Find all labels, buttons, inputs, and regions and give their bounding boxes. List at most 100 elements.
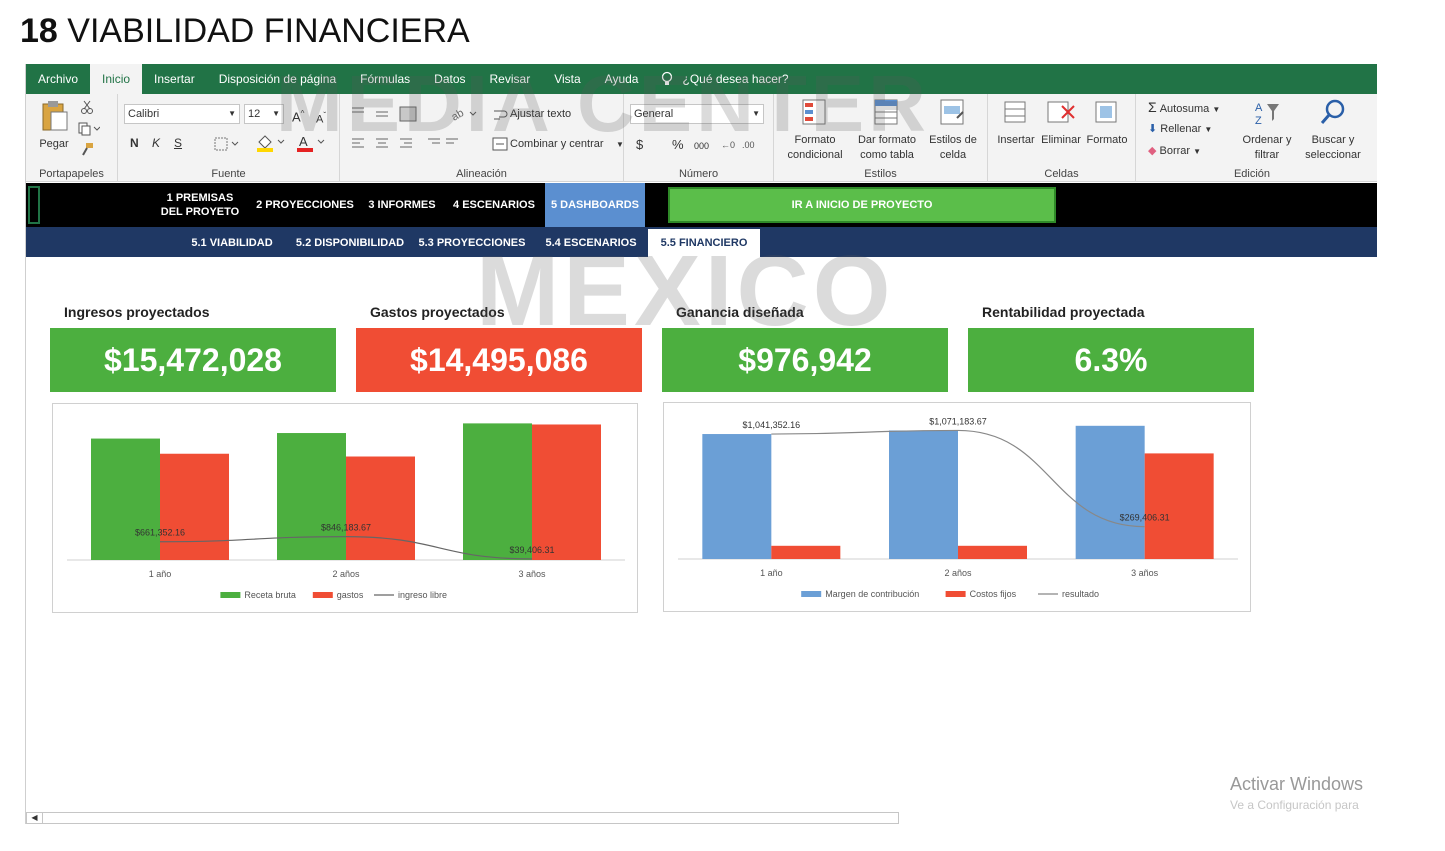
align-top-icon[interactable]	[350, 106, 430, 122]
sort-filter-button[interactable]: AZ Ordenar y filtrar	[1236, 98, 1298, 163]
data-label: $846,183.67	[321, 523, 371, 533]
borders-icon[interactable]	[214, 137, 240, 151]
subnav-viabilidad[interactable]: 5.1 VIABILIDAD	[176, 229, 288, 257]
find-select-label-2: seleccionar	[1305, 149, 1361, 161]
percent-button[interactable]: %	[672, 137, 684, 152]
wrap-text-icon[interactable]	[492, 108, 508, 122]
go-to-project-start-button[interactable]: IR A INICIO DE PROYECTO	[668, 187, 1056, 223]
font-name-select[interactable]: Calibri ▼	[124, 104, 240, 124]
group-label-cells: Celdas	[1044, 168, 1079, 180]
bold-button[interactable]: N	[130, 136, 139, 151]
underline-button[interactable]: S	[174, 136, 182, 151]
kpi-value-ingresos: $15,472,028	[50, 328, 336, 392]
bar-1-1	[702, 434, 772, 559]
tab-insertar[interactable]: Insertar	[142, 64, 207, 94]
bar-1-3	[1075, 425, 1145, 559]
copy-icon[interactable]	[78, 122, 100, 136]
conditional-format-icon	[802, 99, 826, 125]
horizontal-scrollbar[interactable]: ◀	[26, 812, 899, 824]
merge-center-icon[interactable]	[492, 137, 508, 151]
autosum-button[interactable]: Σ Autosuma ▼	[1148, 100, 1220, 117]
tell-me-label: ¿Qué desea hacer?	[682, 72, 789, 86]
format-painter-icon[interactable]	[80, 142, 94, 156]
nav-premisas[interactable]: 1 PREMISAS DEL PROYETO	[150, 183, 250, 227]
kpi-value-ganancia: $976,942	[662, 328, 948, 392]
font-size-select[interactable]: 12 ▼	[244, 104, 284, 124]
lightbulb-icon	[662, 71, 673, 85]
currency-button[interactable]: $	[636, 137, 643, 152]
excel-window: Archivo Inicio Insertar Disposición de p…	[25, 64, 1377, 824]
tab-formulas[interactable]: Fórmulas	[348, 64, 422, 94]
x-tick-label: 1 año	[760, 568, 783, 578]
sort-filter-label-1: Ordenar y	[1242, 134, 1292, 146]
format-as-table-label-1: Dar formato	[857, 134, 917, 146]
scroll-left-icon[interactable]: ◀	[27, 813, 43, 823]
align-left-icon[interactable]	[350, 136, 460, 152]
format-cells-button[interactable]: Formato	[1084, 98, 1130, 148]
tab-vista[interactable]: Vista	[542, 64, 592, 94]
chevron-down-icon[interactable]: ▼	[616, 137, 624, 152]
find-select-label-1: Buscar y	[1311, 134, 1355, 146]
bar-2-2	[958, 545, 1027, 559]
nav-premisas-line1: 1 PREMISAS	[166, 192, 234, 204]
number-format-select[interactable]: General ▼	[630, 104, 764, 124]
clear-label: Borrar	[1159, 145, 1191, 157]
grow-font-icon[interactable]: A^	[292, 106, 304, 124]
nav-dashboards[interactable]: 5 DASHBOARDS	[545, 183, 645, 227]
x-tick-label: 1 año	[149, 569, 172, 579]
format-cells-icon	[1095, 101, 1117, 123]
conditional-format-label-1: Formato	[794, 134, 836, 146]
nav-informes[interactable]: 3 INFORMES	[360, 183, 444, 227]
tab-ayuda[interactable]: Ayuda	[593, 64, 651, 94]
paste-button[interactable]: Pegar	[34, 100, 74, 152]
nav-proyecciones[interactable]: 2 PROYECCIONES	[250, 183, 360, 227]
subnav-disponibilidad[interactable]: 5.2 DISPONIBILIDAD	[290, 229, 410, 257]
group-editing: Σ Autosuma ▼ ⬇ Rellenar ▼ ◆ Borrar ▼ AZ …	[1136, 94, 1368, 182]
orientation-icon[interactable]: ab	[450, 106, 480, 122]
format-as-table-button[interactable]: Dar formato como tabla	[854, 98, 920, 163]
shrink-font-icon[interactable]: Aˇ	[316, 108, 326, 128]
merge-center-button[interactable]: Combinar y centrar	[510, 137, 604, 152]
subnav-proyecciones[interactable]: 5.3 PROYECCIONES	[412, 229, 532, 257]
wrap-text-button[interactable]: Ajustar texto	[510, 107, 571, 122]
nav-premisas-line2: DEL PROYETO	[160, 206, 240, 218]
subnav-escenarios[interactable]: 5.4 ESCENARIOS	[534, 229, 648, 257]
fill-button[interactable]: ⬇ Rellenar ▼	[1148, 122, 1212, 137]
ribbon-tab-bar: Archivo Inicio Insertar Disposición de p…	[26, 64, 1377, 94]
chart-ingresos-gastos: 1 año 2 años 3 años $661,352.16 $846,183.67 $…	[52, 403, 638, 613]
tab-disposicion[interactable]: Disposición de página	[207, 64, 348, 94]
bar-2-3	[532, 424, 601, 560]
x-tick-label: 2 años	[944, 568, 972, 578]
group-label-alignment: Alineación	[456, 168, 507, 180]
font-color-icon[interactable]: A	[296, 134, 326, 152]
data-label: $1,071,183.67	[929, 416, 987, 426]
group-cells: Insertar Eliminar Formato Celdas	[988, 94, 1136, 182]
cell-styles-button[interactable]: Estilos de celda	[924, 98, 982, 163]
tab-datos[interactable]: Datos	[422, 64, 477, 94]
chevron-down-icon: ▼	[1204, 125, 1213, 134]
thousands-button[interactable]: 000	[694, 139, 709, 154]
tab-revisar[interactable]: Revisar	[478, 64, 543, 94]
cut-icon[interactable]	[80, 100, 94, 114]
tell-me[interactable]: ¿Qué desea hacer?	[660, 71, 789, 87]
clear-button[interactable]: ◆ Borrar ▼	[1148, 144, 1201, 159]
chart-margen-costos-svg: 1 año 2 años 3 años $1,041,352.16 $1,071,183…	[678, 416, 1238, 599]
fill-color-icon[interactable]	[256, 134, 286, 152]
find-select-button[interactable]: Buscar y seleccionar	[1300, 98, 1366, 163]
data-label: $661,352.16	[135, 528, 185, 538]
delete-cells-button[interactable]: Eliminar	[1038, 98, 1084, 148]
conditional-format-button[interactable]: Formato condicional	[780, 98, 850, 163]
tab-archivo[interactable]: Archivo	[26, 64, 90, 94]
subnav-financiero[interactable]: 5.5 FINANCIERO	[648, 229, 760, 257]
kpi-value-gastos: $14,495,086	[356, 328, 642, 392]
insert-cells-button[interactable]: Insertar	[994, 98, 1038, 148]
svg-text:Z: Z	[1255, 115, 1262, 127]
activate-windows-subtitle: Ve a Configuración para	[1230, 798, 1359, 812]
italic-button[interactable]: K	[152, 136, 160, 151]
nav-escenarios[interactable]: 4 ESCENARIOS	[444, 183, 544, 227]
svg-text:ab: ab	[450, 107, 466, 122]
increase-decimal-icon[interactable]: ←0 .00	[720, 136, 764, 152]
ribbon: Pegar Portapapeles Calibri ▼ 12 ▼ A^ Aˇ N …	[26, 94, 1377, 182]
search-icon	[1320, 99, 1345, 124]
tab-inicio[interactable]: Inicio	[90, 64, 143, 94]
